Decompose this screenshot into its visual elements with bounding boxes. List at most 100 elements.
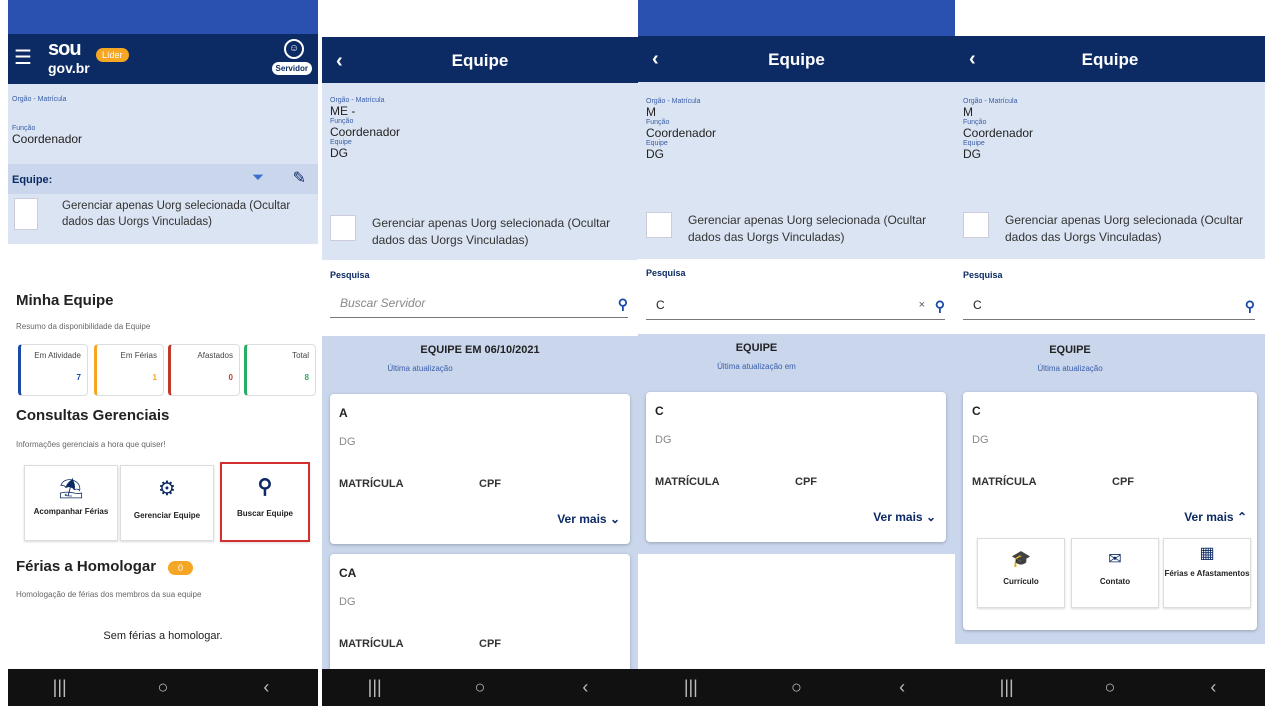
- user-info: Orgão - Matrícula M Função Coordenador E…: [955, 82, 1265, 204]
- member-name: C: [972, 404, 981, 418]
- member-org: DG: [339, 596, 356, 608]
- back-nav-icon[interactable]: ‹: [246, 677, 286, 698]
- uorg-checkbox-row: Gerenciar apenas Uorg selecionada (Ocult…: [322, 205, 638, 260]
- action-ferias-afastamentos[interactable]: ▦ Férias e Afastamentos: [1163, 538, 1251, 608]
- stat-em-atividade[interactable]: Em Atividade 7: [18, 344, 88, 396]
- tile-gerenciar-equipe[interactable]: ⚙ Gerenciar Equipe: [120, 465, 214, 541]
- back-nav-icon[interactable]: ‹: [1193, 677, 1233, 698]
- uorg-checkbox-row: Gerenciar apenas Uorg selecionada (Ocult…: [638, 204, 955, 259]
- recent-apps-icon[interactable]: |||: [671, 677, 711, 698]
- orgao-value: M: [963, 105, 973, 119]
- search-label: Pesquisa: [963, 270, 1003, 280]
- uorg-checkbox[interactable]: [646, 212, 672, 238]
- equipe-title: EQUIPE: [1049, 344, 1091, 356]
- uorg-checkbox-row: Gerenciar apenas Uorg selecionada (Ocult…: [8, 194, 318, 244]
- menu-icon[interactable]: ☰: [14, 48, 32, 68]
- matricula-label: MATRÍCULA: [339, 478, 404, 490]
- uorg-checkbox[interactable]: [14, 198, 38, 230]
- equipe-section: EQUIPE Última atualização C DG MATRÍCULA…: [955, 334, 1265, 644]
- action-contato[interactable]: ✉ Contato: [1071, 538, 1159, 608]
- ver-mais-button[interactable]: Ver mais ⌄: [873, 510, 936, 524]
- equipe-label: Equipe: [963, 140, 985, 147]
- graduation-icon: 🎓: [1011, 551, 1031, 568]
- stat-value: 1: [152, 373, 157, 382]
- search-input[interactable]: C × ⚲: [646, 292, 945, 320]
- matricula-label: MATRÍCULA: [339, 638, 404, 650]
- screen-equipe-expanded: ‹ Equipe Orgão - Matrícula M Função Coor…: [955, 0, 1265, 706]
- ver-mais-button[interactable]: Ver mais ⌃: [1184, 510, 1247, 524]
- home-icon[interactable]: ○: [460, 677, 500, 698]
- search-input[interactable]: C ⚲: [963, 292, 1255, 320]
- member-name: A: [339, 406, 348, 420]
- stat-value: 7: [76, 373, 81, 382]
- ferias-sub: Homologação de férias dos membros da sua…: [16, 590, 202, 599]
- funcao-value: Coordenador: [330, 125, 401, 139]
- edit-icon[interactable]: ✎: [293, 168, 306, 188]
- equipe-label: Equipe: [646, 140, 668, 147]
- equipe-section: EQUIPE EM 06/10/2021 Última atualização …: [322, 336, 638, 694]
- consultas-title: Consultas Gerenciais: [16, 407, 170, 424]
- back-nav-icon[interactable]: ‹: [882, 677, 922, 698]
- search-icon[interactable]: ⚲: [618, 296, 628, 313]
- tile-label: Buscar Equipe: [236, 509, 293, 518]
- ver-mais-button[interactable]: Ver mais ⌄: [557, 512, 620, 526]
- search-icon[interactable]: ⚲: [935, 298, 945, 315]
- clear-icon[interactable]: ×: [919, 299, 925, 311]
- stat-afastados[interactable]: Afastados 0: [168, 344, 240, 396]
- recent-apps-icon[interactable]: |||: [355, 677, 395, 698]
- status-bar: [322, 0, 638, 10]
- recent-apps-icon[interactable]: |||: [40, 677, 80, 698]
- android-nav-bar: ||| ○ ‹: [8, 669, 318, 706]
- uorg-checkbox[interactable]: [963, 212, 989, 238]
- ver-mais-label: Ver mais: [1184, 510, 1234, 524]
- stat-label: Em Atividade: [34, 351, 81, 360]
- member-org: DG: [339, 436, 356, 448]
- stat-value: 0: [228, 373, 233, 382]
- funcao-label: Função: [12, 125, 36, 132]
- search-icon[interactable]: ⚲: [1245, 298, 1255, 315]
- back-nav-icon[interactable]: ‹: [565, 677, 605, 698]
- user-icon[interactable]: ☺: [284, 39, 304, 59]
- search-icon: ⚲: [257, 476, 273, 498]
- home-icon[interactable]: ○: [143, 677, 183, 698]
- member-card-expanded[interactable]: C DG MATRÍCULA CPF Ver mais ⌃ 🎓 Currícul…: [963, 392, 1257, 630]
- uorg-checkbox-text: Gerenciar apenas Uorg selecionada (Ocult…: [1005, 213, 1244, 244]
- cpf-label: CPF: [795, 476, 817, 488]
- envelope-icon: ✉: [1108, 551, 1122, 568]
- equipe-value: DG: [646, 147, 664, 161]
- search-input[interactable]: Buscar Servidor ⚲: [330, 290, 628, 318]
- last-update: Última atualização: [1037, 364, 1103, 373]
- logo-govbr: gov.br: [48, 60, 90, 76]
- action-curriculo[interactable]: 🎓 Currículo: [977, 538, 1065, 608]
- search-value: C: [973, 298, 982, 312]
- stat-em-ferias[interactable]: Em Férias 1: [94, 344, 164, 396]
- uorg-checkbox[interactable]: [330, 215, 356, 241]
- filter-icon[interactable]: ⏷: [252, 169, 264, 186]
- search-value: C: [656, 298, 665, 312]
- status-bar: [8, 0, 318, 34]
- stat-total[interactable]: Total 8: [244, 344, 316, 396]
- last-update: Última atualização em: [717, 362, 796, 371]
- stat-value: 8: [304, 373, 309, 382]
- home-icon[interactable]: ○: [1090, 677, 1130, 698]
- home-icon[interactable]: ○: [776, 677, 816, 698]
- stat-label: Total: [292, 351, 309, 360]
- beach-umbrella-icon: ⛱: [58, 478, 84, 500]
- member-card[interactable]: A DG MATRÍCULA CPF Ver mais ⌄: [330, 394, 630, 544]
- chevron-down-icon: ⌄: [925, 510, 936, 524]
- action-label: Contato: [1099, 577, 1131, 586]
- screen-home: ☰ sou gov.br Líder ☺ Servidor Orgão - Ma…: [8, 0, 318, 706]
- consultas-sub: Informações gerenciais a hora que quiser…: [16, 440, 166, 449]
- status-bar: [955, 0, 1265, 10]
- member-card[interactable]: C DG MATRÍCULA CPF Ver mais ⌄: [646, 392, 946, 542]
- equipe-value: DG: [963, 147, 981, 161]
- tile-acompanhar-ferias[interactable]: ⛱ Acompanhar Férias: [24, 465, 118, 541]
- lider-badge: Líder: [96, 48, 129, 62]
- screen-equipe-list: ‹ Equipe Orgão - Matrícula ME - Função C…: [322, 0, 638, 706]
- recent-apps-icon[interactable]: |||: [987, 677, 1027, 698]
- equipe-section: EQUIPE Última atualização em C DG MATRÍC…: [638, 334, 955, 554]
- matricula-label: MATRÍCULA: [655, 476, 720, 488]
- servidor-badge[interactable]: Servidor: [271, 62, 312, 75]
- funcao-label: Função: [646, 119, 670, 126]
- tile-buscar-equipe[interactable]: ⚲ Buscar Equipe: [220, 462, 310, 542]
